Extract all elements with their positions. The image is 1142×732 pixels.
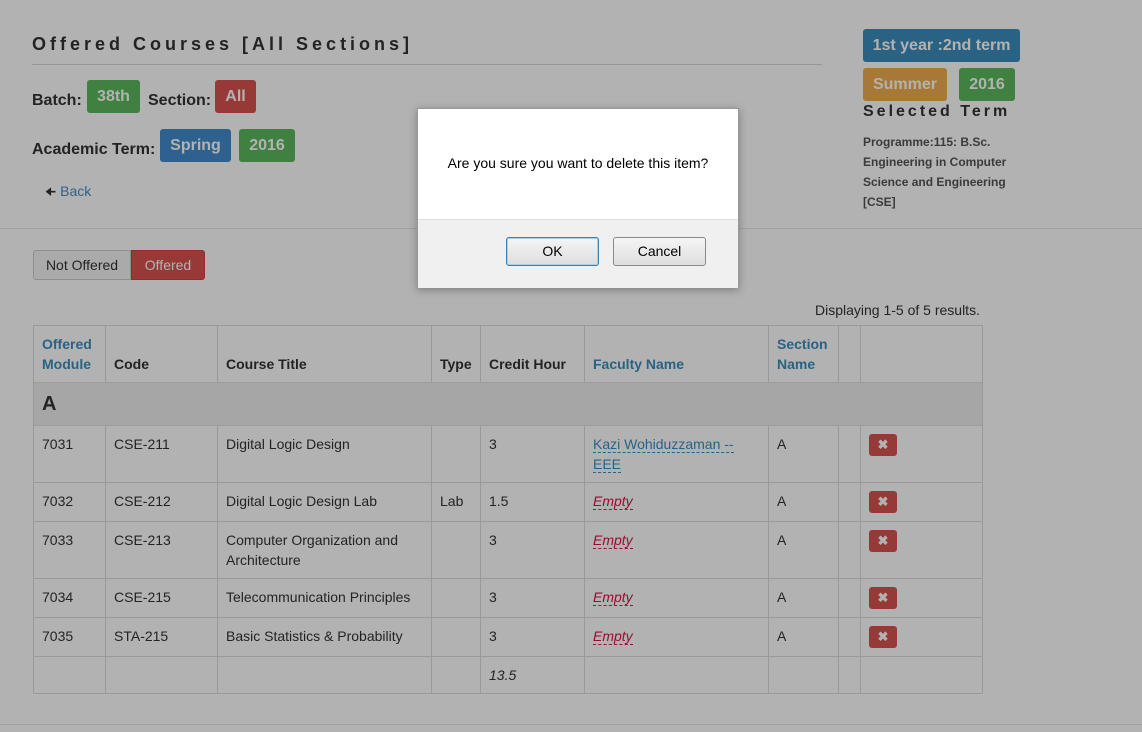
cancel-button[interactable]: Cancel — [613, 237, 706, 266]
confirm-dialog: Are you sure you want to delete this ite… — [417, 108, 739, 288]
ok-button[interactable]: OK — [506, 237, 599, 266]
dialog-footer: OK Cancel — [418, 219, 738, 288]
confirm-message: Are you sure you want to delete this ite… — [447, 155, 709, 171]
